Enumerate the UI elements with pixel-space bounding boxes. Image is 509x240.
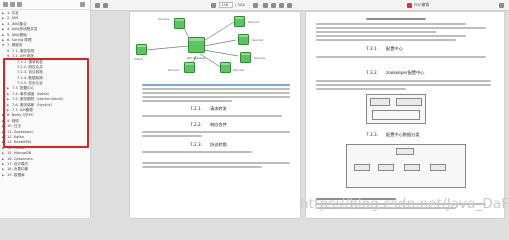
zoom-out-icon[interactable] (263, 2, 268, 8)
diagram-label: Service (252, 38, 264, 42)
zoom-in-icon[interactable] (271, 2, 276, 8)
service-node (174, 18, 186, 29)
section-number: 7.3.2. (366, 70, 378, 75)
text-line (366, 18, 426, 20)
bookmark-icon[interactable] (3, 2, 8, 7)
section-number: 7.2.3. (190, 142, 202, 147)
diagram-label: Client (134, 57, 143, 61)
pdf-page-left: Client API Gateway Service Service Servi… (130, 12, 300, 218)
bookmark-panel-icon[interactable] (103, 2, 108, 8)
section-number: 7.3.3. (366, 132, 378, 137)
more-icon[interactable] (499, 2, 504, 8)
diagram-label: Service (233, 68, 245, 72)
section-heading: 配置中心数据分类 (386, 132, 420, 137)
text-line (142, 115, 282, 117)
text-line (316, 56, 486, 58)
text-line (142, 166, 262, 168)
pdf-toolbar: 148 / 308 PDF编辑 (91, 0, 509, 11)
service-node (240, 52, 252, 63)
pdf-edit-tab[interactable]: PDF编辑 (414, 2, 429, 8)
diagram-label: Service (168, 68, 180, 72)
diagram-block (370, 98, 390, 106)
diagram-block (372, 110, 420, 120)
collapse-icon[interactable] (17, 2, 22, 7)
diagram-label: Service (254, 56, 266, 60)
service-node (220, 62, 232, 73)
section-heading: 请求转发 (210, 106, 227, 111)
text-line (142, 151, 252, 153)
sidebar-toolbar (0, 0, 90, 10)
diagram-block (396, 98, 422, 106)
section-heading: 协议转换 (210, 142, 227, 147)
diagram-block (430, 164, 446, 171)
expand-icon[interactable] (10, 2, 15, 7)
text-line (316, 35, 466, 37)
api-gateway-node (188, 37, 206, 53)
section-number: 7.2.1. (190, 106, 202, 111)
diagram-label: Service (158, 17, 170, 21)
text-line (316, 84, 491, 86)
text-line (316, 80, 491, 82)
diagram-block (404, 164, 420, 171)
close-icon[interactable] (80, 2, 85, 7)
toc-item[interactable]: ▶ 19. 数据库 (0, 173, 90, 178)
section-heading: zookeeper配置中心 (386, 70, 425, 75)
text-line (316, 31, 436, 33)
diagram-block (354, 164, 370, 171)
client-node (136, 44, 148, 55)
text-line (142, 131, 290, 133)
service-node (238, 34, 250, 45)
next-page-icon[interactable] (253, 2, 258, 8)
diagram-block (396, 148, 414, 155)
text-line (316, 39, 456, 41)
prev-page-icon[interactable] (211, 2, 216, 8)
text-line (142, 92, 290, 94)
page-number-value: 148 (221, 2, 229, 7)
text-line (142, 135, 202, 137)
text-line (316, 88, 406, 90)
text-line (316, 27, 486, 29)
diagram-block (378, 164, 394, 171)
watermark: https://blog.csdn.net/Java_DaFei (300, 196, 509, 212)
diagram-label: API Gateway (187, 56, 206, 60)
text-line (142, 88, 290, 90)
pdf-edit-icon[interactable] (407, 2, 412, 8)
text-line (142, 96, 290, 98)
diagram-connectors (145, 21, 239, 71)
bookmark-sidebar: ▶ 1. 引言 ▶ 2. JVM ▶ 3. JAVA集合 ▶ 4. JAVA多线程并发 ▶ 5. … (0, 0, 91, 218)
section-number: 7.2.2. (190, 122, 202, 127)
text-line (142, 162, 290, 164)
section-heading: 响应合并 (210, 122, 227, 127)
service-node (184, 62, 196, 73)
pdf-page-right: 7.3.1. 配置中心 7.3.2. zookeeper配置中心 7.3.3. … (306, 12, 504, 218)
red-highlight-box (3, 58, 89, 148)
page-total: / 308 (235, 2, 245, 7)
thumbnail-icon[interactable] (95, 2, 100, 8)
text-line (142, 100, 232, 102)
chevron-right-icon[interactable]: ▶ (2, 173, 4, 178)
text-line (316, 23, 466, 25)
diagram-label: Service (248, 20, 260, 24)
text-line (142, 84, 290, 86)
fit-page-icon[interactable] (287, 2, 292, 8)
rotate-icon[interactable] (279, 2, 284, 8)
toc-item-label: 19. 数据库 (7, 172, 25, 177)
section-heading: 配置中心 (386, 46, 403, 51)
section-number: 7.3.1. (366, 46, 378, 51)
service-node (234, 16, 246, 27)
